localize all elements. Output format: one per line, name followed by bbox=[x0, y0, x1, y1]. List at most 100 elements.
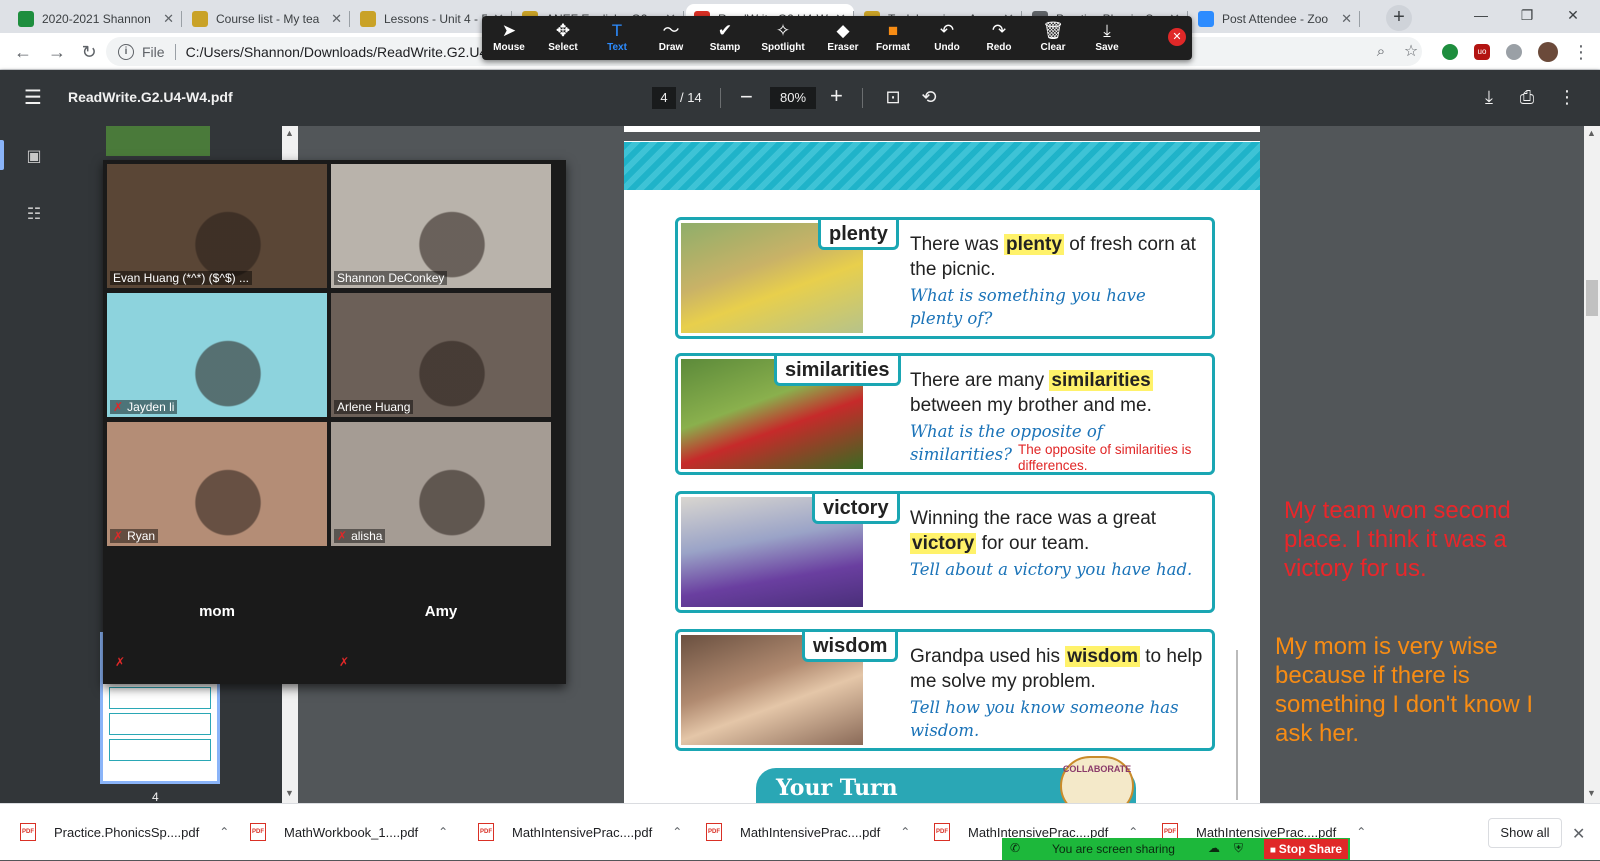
video-feed bbox=[331, 164, 551, 288]
zoom-in-button[interactable]: + bbox=[830, 83, 843, 109]
participant-name: Shannon DeConkey bbox=[334, 271, 448, 285]
stop-share-button[interactable]: Stop Share bbox=[1264, 839, 1348, 859]
mouse-tool-button[interactable]: ➤ Mouse bbox=[482, 20, 536, 58]
minimize-button[interactable]: — bbox=[1458, 0, 1504, 30]
undo-tool-button[interactable]: ↶ Undo bbox=[920, 20, 974, 58]
draw-tool-button[interactable]: 〜 Draw bbox=[644, 20, 698, 58]
video-gallery: Evan Huang (*^*) ($^$) ... Shannon DeConk… bbox=[103, 160, 566, 684]
tab-8[interactable]: Post Attendee - Zoo ✕ bbox=[1190, 4, 1360, 33]
collaborate-label: COLLABORATE bbox=[1062, 764, 1132, 774]
clear-tool-button[interactable]: 🗑 Clear bbox=[1026, 20, 1080, 58]
highlighted-word: wisdom bbox=[1065, 646, 1140, 667]
tab-title: Lessons - Unit 4 - R bbox=[384, 11, 488, 26]
document-scrollbar[interactable]: ▲ ▼ bbox=[1584, 126, 1600, 803]
page-number-input[interactable]: 4 bbox=[652, 87, 676, 109]
scroll-up-icon[interactable]: ▲ bbox=[1587, 128, 1596, 138]
ublock-icon[interactable]: uo bbox=[1474, 44, 1490, 60]
annotation-note-victory[interactable]: My team won second place. I think it was… bbox=[1284, 496, 1564, 583]
close-shelf-icon[interactable]: ✕ bbox=[1572, 824, 1585, 844]
thumbnails-icon[interactable]: ▣ bbox=[24, 146, 44, 166]
lessons-icon bbox=[360, 10, 376, 27]
photo-credit bbox=[1236, 650, 1238, 800]
tool-label: Redo bbox=[986, 42, 1012, 53]
spotlight-tool-button[interactable]: ✧ Spotlight bbox=[756, 20, 810, 58]
close-window-button[interactable]: ✕ bbox=[1550, 0, 1596, 30]
chevron-up-icon[interactable]: ⌃ bbox=[900, 825, 910, 839]
fit-page-icon[interactable]: ⊡ bbox=[882, 86, 904, 108]
download-item[interactable]: PDF MathIntensivePrac....pdf ⌃ bbox=[478, 818, 682, 846]
info-icon[interactable]: i bbox=[118, 43, 134, 60]
close-annotation-icon[interactable]: ✕ bbox=[1168, 28, 1186, 46]
zoom-out-button[interactable]: − bbox=[740, 84, 753, 110]
scroll-up-icon[interactable]: ▲ bbox=[285, 128, 294, 138]
participant-tile[interactable]: Arlene Huang bbox=[331, 293, 551, 417]
zoom-icon bbox=[1198, 10, 1214, 27]
annotation-note-wisdom[interactable]: My mom is very wise because if there is … bbox=[1275, 632, 1575, 748]
scroll-down-icon[interactable]: ▼ bbox=[285, 788, 294, 798]
extensions-puzzle-icon[interactable] bbox=[1506, 44, 1522, 60]
kebab-menu-icon[interactable]: ⋮ bbox=[1568, 39, 1594, 65]
stamp-tool-button[interactable]: ✔ Stamp bbox=[698, 20, 752, 58]
cloud-icon: ☁ bbox=[1208, 841, 1220, 855]
show-all-button[interactable]: Show all bbox=[1488, 818, 1562, 848]
new-tab-button[interactable]: + bbox=[1386, 5, 1412, 31]
trash-icon: 🗑 bbox=[1042, 21, 1064, 40]
reload-button[interactable]: ↻ bbox=[76, 39, 102, 65]
participant-name: ✗ Ryan bbox=[110, 529, 159, 543]
zoom-lens-icon[interactable]: ⌕ bbox=[1368, 39, 1394, 65]
tab-title: Course list - My tea bbox=[216, 11, 320, 26]
redo-tool-button[interactable]: ↷ Redo bbox=[972, 20, 1026, 58]
chevron-up-icon[interactable]: ⌃ bbox=[1356, 825, 1366, 839]
download-item[interactable]: PDF Practice.PhonicsSp....pdf ⌃ bbox=[20, 818, 229, 846]
chevron-up-icon[interactable]: ⌃ bbox=[219, 825, 229, 839]
chevron-up-icon[interactable]: ⌃ bbox=[438, 825, 448, 839]
outline-icon[interactable]: ☷ bbox=[24, 204, 44, 224]
video-feed bbox=[331, 293, 551, 417]
participant-tile[interactable]: Shannon DeConkey bbox=[331, 164, 551, 288]
scroll-down-icon[interactable]: ▼ bbox=[1587, 788, 1596, 798]
save-tool-button[interactable]: ⤓ Save bbox=[1080, 20, 1134, 58]
close-tab-icon[interactable]: ✕ bbox=[331, 11, 342, 27]
hamburger-menu-icon[interactable]: ☰ bbox=[24, 88, 44, 108]
participant-tile[interactable]: ✗ alisha bbox=[331, 422, 551, 546]
tab-1[interactable]: 2020-2021 Shannon ✕ bbox=[10, 4, 182, 33]
typed-answer[interactable]: The opposite of similarities is differen… bbox=[1018, 442, 1212, 472]
pdf-toolbar: ☰ ReadWrite.G2.U4-W4.pdf 4 / 14 − 80% + … bbox=[0, 70, 1600, 126]
text-tool-button[interactable]: T Text bbox=[590, 20, 644, 58]
eraser-tool-button[interactable]: ◆ Eraser bbox=[816, 20, 870, 58]
back-button[interactable]: ← bbox=[10, 39, 36, 65]
bookmark-star-icon[interactable]: ☆ bbox=[1398, 39, 1424, 65]
format-tool-button[interactable]: ■ Format bbox=[866, 20, 920, 58]
extension-icon[interactable] bbox=[1442, 44, 1458, 60]
select-tool-button[interactable]: ✥ Select bbox=[536, 20, 590, 58]
participant-tile[interactable]: Amy ✗ bbox=[331, 551, 551, 675]
spotlight-icon: ✧ bbox=[775, 21, 791, 40]
muted-mic-icon: ✗ bbox=[113, 529, 124, 543]
participant-tile[interactable]: Evan Huang (*^*) ($^$) ... bbox=[107, 164, 327, 288]
download-item[interactable]: PDF MathIntensivePrac....pdf ⌃ bbox=[706, 818, 910, 846]
rail-selection-indicator bbox=[0, 140, 4, 170]
close-tab-icon[interactable]: ✕ bbox=[163, 11, 174, 27]
thumbnail-previous[interactable] bbox=[106, 126, 210, 156]
text-icon: T bbox=[611, 21, 623, 40]
restore-button[interactable]: ❐ bbox=[1504, 0, 1550, 30]
participant-tile[interactable]: ✗ Jayden li bbox=[107, 293, 327, 417]
download-icon[interactable]: ⤓ bbox=[1478, 86, 1500, 108]
participant-tile[interactable]: ✗ Ryan bbox=[107, 422, 327, 546]
tab-2[interactable]: Course list - My tea ✕ bbox=[184, 4, 350, 33]
vocab-word: victory bbox=[812, 494, 900, 524]
print-icon[interactable]: ⎙ bbox=[1516, 86, 1538, 108]
tool-label: Save bbox=[1095, 42, 1119, 53]
chevron-up-icon[interactable]: ⌃ bbox=[672, 825, 682, 839]
vocab-card-plenty: plenty There was plenty of fresh corn at … bbox=[675, 217, 1215, 339]
chevron-up-icon[interactable]: ⌃ bbox=[1128, 825, 1138, 839]
zoom-level-input[interactable]: 80% bbox=[770, 87, 816, 109]
close-tab-icon[interactable]: ✕ bbox=[1341, 11, 1352, 27]
more-options-icon[interactable]: ⋮ bbox=[1556, 86, 1578, 108]
rotate-icon[interactable]: ⟲ bbox=[918, 86, 940, 108]
forward-button[interactable]: → bbox=[44, 39, 70, 65]
avatar[interactable] bbox=[1538, 42, 1558, 62]
participant-tile[interactable]: mom ✗ bbox=[107, 551, 327, 675]
download-item[interactable]: PDF MathWorkbook_1....pdf ⌃ bbox=[250, 818, 448, 846]
scrollbar-thumb[interactable] bbox=[1586, 280, 1598, 316]
